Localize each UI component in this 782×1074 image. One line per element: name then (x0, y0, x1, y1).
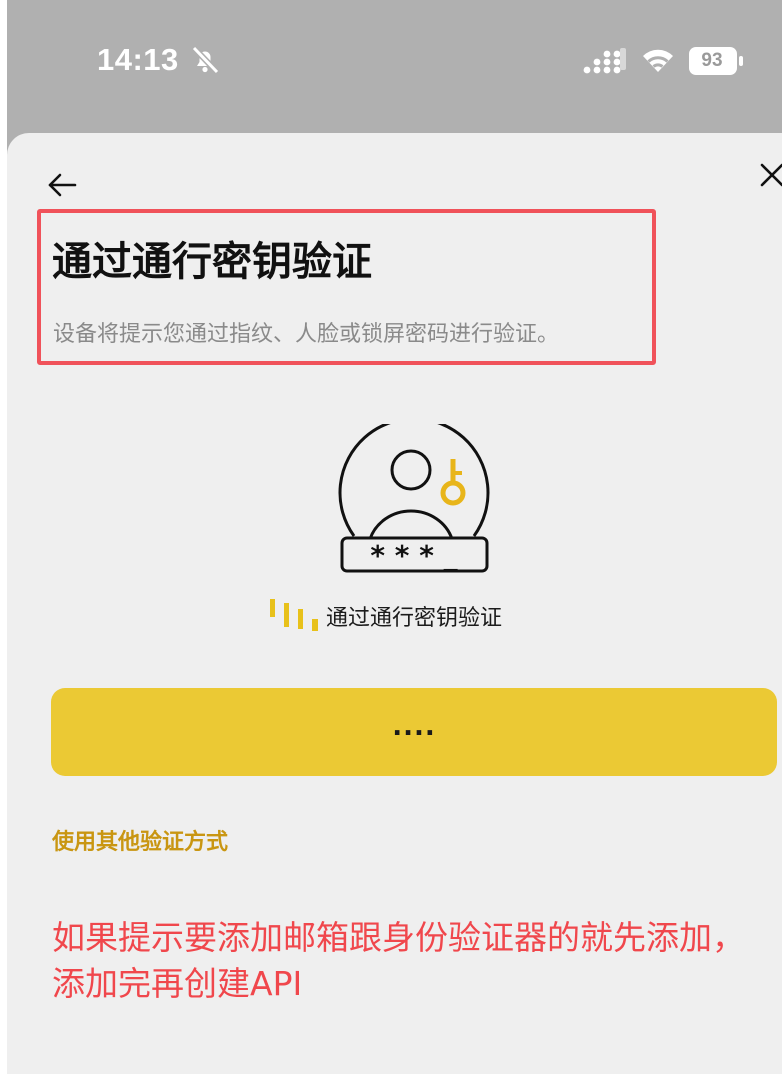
status-time: 14:13 (97, 42, 179, 77)
annotation-note: 如果提示要添加邮箱跟身份验证器的就先添加，添加完再创建API (52, 918, 745, 1003)
loading-icon (270, 599, 318, 631)
page-title: 通过通行密钥验证 (52, 239, 372, 285)
passkey-illustration: * * * _ (338, 424, 490, 573)
verify-button[interactable]: .... (51, 688, 777, 776)
verification-status: 通过通行密钥验证 (268, 598, 502, 634)
bell-muted-icon (191, 45, 220, 75)
password-mask-text: * * * _ (370, 539, 457, 572)
verify-button-label: .... (392, 712, 436, 742)
status-text: 通过通行密钥验证 (326, 606, 503, 631)
page-subtitle: 设备将提示您通过指纹、人脸或锁屏密码进行验证。 (53, 322, 560, 347)
wifi-icon (643, 49, 673, 72)
battery-level: 93 (701, 50, 723, 71)
back-arrow-icon[interactable] (47, 172, 77, 198)
signal-icon (583, 48, 626, 74)
close-icon[interactable] (760, 163, 782, 187)
other-verification-method-link[interactable]: 使用其他验证方式 (52, 824, 228, 856)
